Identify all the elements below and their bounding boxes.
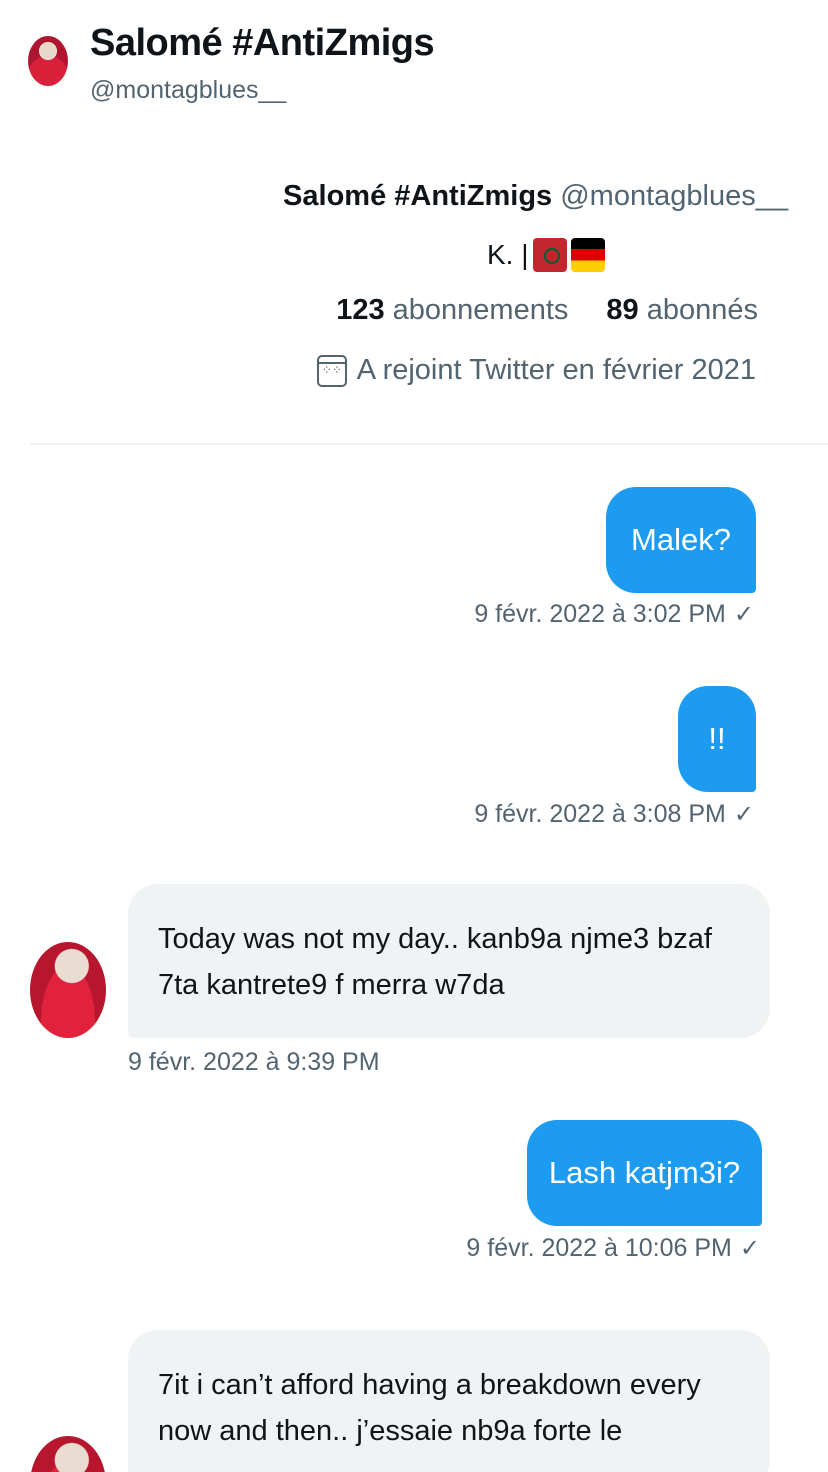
followers-link[interactable]: 89 abonnés bbox=[606, 294, 758, 327]
joined-date: A rejoint Twitter en février 2021 bbox=[316, 354, 756, 387]
following-link[interactable]: 123 abonnements bbox=[336, 294, 568, 327]
header-handle: @montagblues__ bbox=[90, 76, 287, 104]
profile-stats: 123 abonnements 89 abonnés bbox=[336, 294, 758, 327]
message-text: !! bbox=[708, 721, 726, 756]
message-text-line: Today was not my day.. kanb9a njme3 bzaf bbox=[158, 923, 712, 955]
profile-handle: @montagblues__ bbox=[560, 180, 788, 212]
following-count: 123 bbox=[336, 294, 385, 326]
message-text-line: 7ta kantrete9 f merra w7da bbox=[158, 969, 505, 1001]
timestamp-text: 9 févr. 2022 à 9:39 PM bbox=[128, 1048, 380, 1076]
message-timestamp: 9 févr. 2022 à 9:39 PM bbox=[128, 1048, 380, 1077]
sent-check-icon: ✓ bbox=[733, 801, 754, 828]
message-bubble-outgoing[interactable]: Lash katjm3i? bbox=[527, 1120, 762, 1226]
flag-germany-icon bbox=[570, 238, 605, 272]
message-bubble-incoming[interactable]: 7it i can’t afford having a breakdown ev… bbox=[128, 1330, 770, 1472]
message-text: Malek? bbox=[631, 522, 731, 557]
followers-count: 89 bbox=[606, 294, 639, 326]
timestamp-text: 9 févr. 2022 à 3:08 PM bbox=[474, 800, 726, 828]
sender-avatar[interactable] bbox=[30, 942, 106, 1038]
message-text-line: 7it i can’t afford having a breakdown ev… bbox=[158, 1369, 701, 1401]
bio-text: K. | bbox=[487, 239, 529, 270]
timestamp-text: 9 févr. 2022 à 3:02 PM bbox=[474, 600, 726, 628]
message-bubble-outgoing[interactable]: Malek? bbox=[606, 487, 756, 593]
message-timestamp: 9 févr. 2022 à 3:08 PM ✓ bbox=[474, 800, 754, 829]
joined-text: A rejoint Twitter en février 2021 bbox=[356, 354, 756, 386]
message-text-line: now and then.. j’essaie nb9a forte le bbox=[158, 1415, 623, 1447]
sent-check-icon: ✓ bbox=[733, 601, 754, 628]
avatar[interactable] bbox=[28, 36, 68, 86]
flag-morocco-icon bbox=[532, 238, 567, 272]
followers-label: abonnés bbox=[646, 294, 758, 326]
message-bubble-incoming[interactable]: Today was not my day.. kanb9a njme3 bzaf… bbox=[128, 884, 770, 1038]
following-label: abonnements bbox=[392, 294, 569, 326]
message-bubble-outgoing[interactable]: !! bbox=[678, 686, 756, 792]
conversation-header: Salomé #AntiZmigs @montagblues__ bbox=[0, 0, 828, 120]
sender-avatar[interactable] bbox=[30, 1436, 106, 1472]
profile-bio: K. | bbox=[487, 238, 605, 272]
calendar-icon bbox=[316, 354, 347, 387]
timestamp-text: 9 févr. 2022 à 10:06 PM bbox=[466, 1234, 732, 1262]
profile-display-name[interactable]: Salomé #AntiZmigs bbox=[283, 180, 552, 212]
divider bbox=[30, 443, 828, 445]
message-timestamp: 9 févr. 2022 à 3:02 PM ✓ bbox=[474, 600, 754, 629]
header-display-name[interactable]: Salomé #AntiZmigs bbox=[90, 22, 435, 65]
sent-check-icon: ✓ bbox=[739, 1235, 760, 1262]
profile-name-line[interactable]: Salomé #AntiZmigs @montagblues__ bbox=[283, 180, 788, 213]
message-text: Lash katjm3i? bbox=[548, 1155, 741, 1190]
message-timestamp: 9 févr. 2022 à 10:06 PM ✓ bbox=[466, 1234, 760, 1263]
